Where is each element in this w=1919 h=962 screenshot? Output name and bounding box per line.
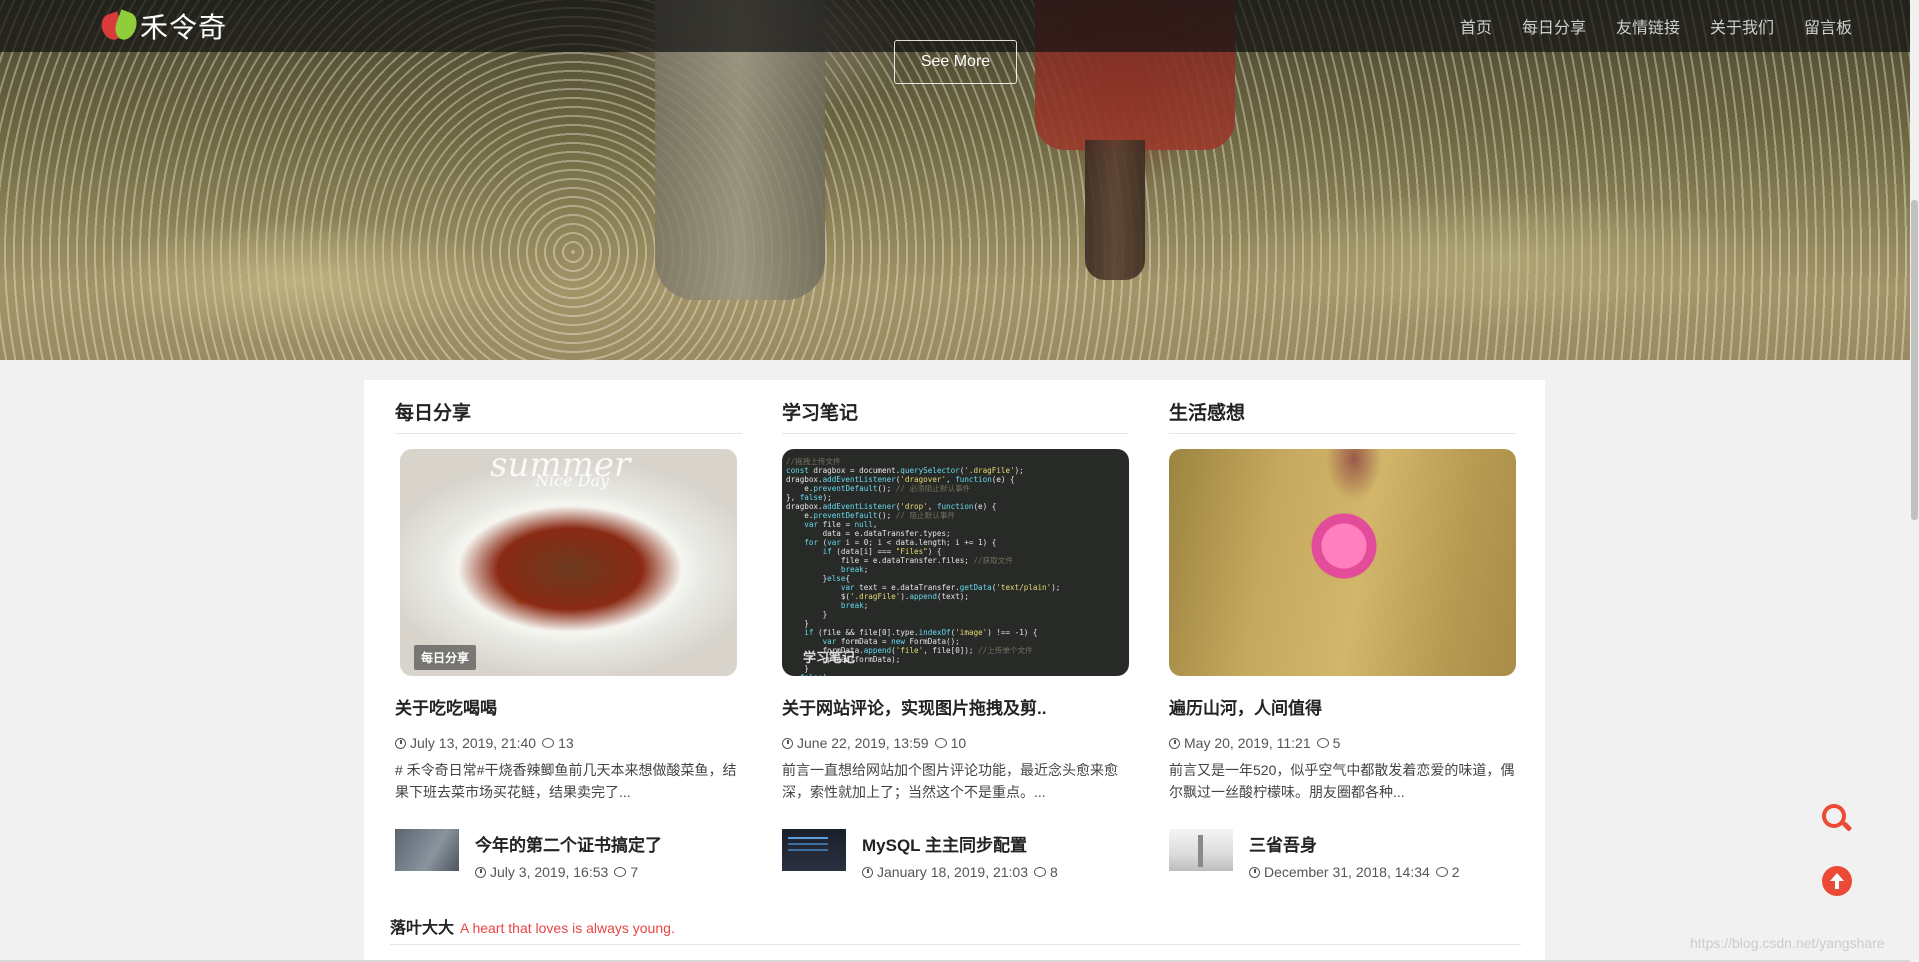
author-name: 落叶大大 xyxy=(390,920,455,937)
author-footer: 落叶大大 A heart that loves is always young. xyxy=(390,914,1521,945)
post-meta: June 22, 2019, 13:59 10 xyxy=(782,735,1129,751)
list-item[interactable]: 今年的第二个证书搞定了 July 3, 2019, 16:53 7 xyxy=(395,829,742,880)
nav-menu: 首页 每日分享 友情链接 关于我们 留言板 xyxy=(1460,0,1852,52)
clock-icon xyxy=(782,737,793,749)
site-logo[interactable]: 禾令奇 xyxy=(98,8,228,44)
author-slogan: A heart that loves is always young. xyxy=(460,920,675,936)
see-more-button[interactable]: See More xyxy=(894,40,1017,84)
post-excerpt: 前言又是一年520，似乎空气中都散发着恋爱的味道，偶尔飘过一丝酸柠檬味。朋友圈都… xyxy=(1169,762,1515,800)
content-card: 每日分享 summer Nice Day 每日分享 关于吃吃喝喝 July 13… xyxy=(364,380,1545,962)
column-title: 每日分享 xyxy=(395,398,742,434)
post-thumbnail[interactable]: summer Nice Day 每日分享 xyxy=(400,449,737,676)
comment-count: 2 xyxy=(1451,864,1460,880)
column-daily-share: 每日分享 summer Nice Day 每日分享 关于吃吃喝喝 July 13… xyxy=(395,398,742,880)
column-title: 学习笔记 xyxy=(782,398,1129,434)
post-title[interactable]: 遍历山河，人间值得 xyxy=(1169,694,1516,719)
comment-icon xyxy=(542,738,555,748)
post-excerpt: 前言一直想给网站加个图片评论功能，最近念头愈来愈深，索性就加上了；当然这个不是重… xyxy=(782,762,1118,800)
list-item[interactable]: 三省吾身 December 31, 2018, 14:34 2 xyxy=(1169,829,1516,880)
post-date: July 3, 2019, 16:53 xyxy=(490,864,609,880)
post-meta: July 3, 2019, 16:53 7 xyxy=(475,864,662,880)
post-date: December 31, 2018, 14:34 xyxy=(1264,864,1430,880)
post-excerpt: # 禾令奇日常#干烧香辣鲫鱼前几天本来想做酸菜鱼，结果下班去菜市场买花鲢，结果卖… xyxy=(395,762,737,800)
nav-item-daily-share[interactable]: 每日分享 xyxy=(1522,14,1586,38)
page-scrollbar[interactable] xyxy=(1910,0,1919,962)
back-to-top-icon xyxy=(1822,866,1852,896)
scrollbar-thumb[interactable] xyxy=(1911,200,1918,520)
mini-post-title[interactable]: 今年的第二个证书搞定了 xyxy=(475,831,662,856)
search-button[interactable] xyxy=(1820,802,1854,836)
post-meta: May 20, 2019, 11:21 5 xyxy=(1169,735,1516,751)
watermark: https://blog.csdn.net/yangshare xyxy=(1690,935,1885,951)
back-to-top-button[interactable] xyxy=(1820,866,1854,900)
column-title: 生活感想 xyxy=(1169,398,1516,434)
post-title[interactable]: 关于吃吃喝喝 xyxy=(395,694,742,719)
comment-icon xyxy=(934,738,947,748)
clock-icon xyxy=(1249,866,1260,878)
mini-post-title[interactable]: 三省吾身 xyxy=(1249,831,1460,856)
logo-text: 禾令奇 xyxy=(140,12,228,43)
category-tag: 学习笔记 xyxy=(803,650,856,665)
column-life-thoughts: 生活感想 遍历山河，人间值得 May 20, 2019, 11:21 5 前言又… xyxy=(1169,398,1516,880)
category-tag: 每日分享 xyxy=(414,645,477,670)
clock-icon xyxy=(1169,737,1180,749)
nav-item-home[interactable]: 首页 xyxy=(1460,14,1492,38)
post-title[interactable]: 关于网站评论，实现图片拖拽及剪.. xyxy=(782,694,1129,719)
column-study-notes: 学习笔记 //拖拽上传文件 const dragbox = document.q… xyxy=(782,398,1129,880)
post-meta: July 13, 2019, 21:40 13 xyxy=(395,735,742,751)
post-meta: January 18, 2019, 21:03 8 xyxy=(862,864,1058,880)
mini-post-title[interactable]: MySQL 主主同步配置 xyxy=(862,831,1058,856)
comment-count: 13 xyxy=(558,735,574,751)
nav-item-about-us[interactable]: 关于我们 xyxy=(1710,14,1774,38)
mini-thumbnail[interactable] xyxy=(395,829,459,871)
logo-leaf-icon xyxy=(98,8,141,44)
post-date: July 13, 2019, 21:40 xyxy=(410,735,537,751)
post-meta: December 31, 2018, 14:34 2 xyxy=(1249,864,1460,880)
image-text: Nice Day xyxy=(535,471,610,490)
post-date: January 18, 2019, 21:03 xyxy=(877,864,1029,880)
clock-icon xyxy=(395,737,406,749)
list-item[interactable]: MySQL 主主同步配置 January 18, 2019, 21:03 8 xyxy=(782,829,1129,880)
comment-count: 10 xyxy=(950,735,967,751)
clock-icon xyxy=(475,866,486,878)
mini-thumbnail[interactable] xyxy=(782,829,846,871)
post-thumbnail[interactable] xyxy=(1169,449,1516,676)
nav-item-friend-links[interactable]: 友情链接 xyxy=(1616,14,1680,38)
comment-count: 8 xyxy=(1050,864,1058,880)
post-date: June 22, 2019, 13:59 xyxy=(797,735,929,751)
comment-icon xyxy=(614,867,627,877)
post-date: May 20, 2019, 11:21 xyxy=(1184,735,1311,751)
comment-count: 7 xyxy=(630,864,639,880)
clock-icon xyxy=(862,866,873,878)
mini-thumbnail[interactable] xyxy=(1169,829,1233,871)
comment-count: 5 xyxy=(1332,735,1341,751)
comment-icon xyxy=(1316,738,1329,748)
nav-item-guestbook[interactable]: 留言板 xyxy=(1804,14,1852,38)
comment-icon xyxy=(1435,867,1448,877)
comment-icon xyxy=(1034,867,1047,877)
hero-figure-child-legs xyxy=(1085,140,1145,280)
post-thumbnail[interactable]: //拖拽上传文件 const dragbox = document.queryS… xyxy=(782,449,1129,676)
